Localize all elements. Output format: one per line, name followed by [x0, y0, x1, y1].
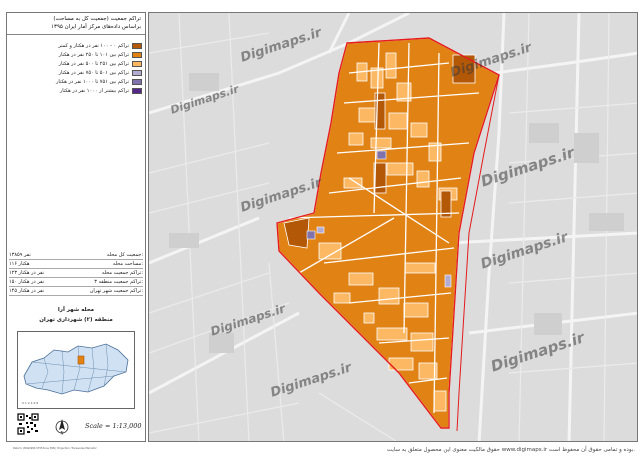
- map-title: تراکم جمعیت (جمعیت کل به مساحت) براساس د…: [7, 13, 145, 35]
- legend-swatch: [132, 42, 142, 49]
- legend-label: تراکم ۰ - ۱۰۰ نفر در هکتار و کمتر: [58, 42, 129, 49]
- projection-note: Datum: WGS1984 UTM Zone 39N | Projection…: [13, 447, 97, 450]
- stat-row: ۱۳۸۵۹ نفر جمعیت کل محله:: [9, 251, 143, 260]
- legend: تراکم ۰ - ۱۰۰ نفر در هکتار و کمتر تراکم …: [7, 41, 145, 95]
- legend-swatch: [132, 78, 142, 85]
- stat-row: ۱۴۵ نفر در هکتار تراکم جمعیت شهر تهران:: [9, 287, 143, 296]
- stat-value: ۱۲۳ نفر در هکتار: [9, 270, 45, 276]
- stat-value: ۱۳۸۵۹ نفر: [9, 252, 31, 258]
- stat-row: ۱۱۶ هکتار مساحت محله:: [9, 260, 143, 269]
- legend-item: تراکم بین ۲۵۱ تا ۵۰۰ نفر در هکتار: [7, 59, 145, 68]
- legend-swatch: [132, 69, 142, 76]
- locator-inset-map: 0 1 2 4 6 8: [17, 331, 135, 409]
- inset-svg: 0 1 2 4 6 8: [22, 343, 129, 405]
- info-panel: تراکم جمعیت (جمعیت کل به مساحت) براساس د…: [6, 12, 146, 450]
- legend-item: تراکم بین ۷۵۱ تا ۱۰۰۰ نفر در هکتار: [7, 77, 145, 86]
- legend-swatch: [132, 60, 142, 67]
- inset-scale: 0 1 2 4 6 8: [22, 401, 38, 405]
- map-sheet: تراکم جمعیت (جمعیت کل به مساحت) براساس د…: [0, 0, 643, 461]
- district-name: منطقه (۲) شهرداری تهران: [39, 317, 113, 323]
- legend-swatch: [132, 51, 142, 58]
- legend-item: تراکم بیشتر از ۱۰۰۰ نفر در هکتار: [7, 86, 145, 95]
- legend-label: تراکم بین ۲۵۱ تا ۵۰۰ نفر در هکتار: [58, 60, 129, 67]
- stat-row: ۱۵۰ نفر در هکتار تراکم جمعیت منطقه ۳:: [9, 278, 143, 287]
- stat-value: ۱۱۶ هکتار: [9, 261, 30, 267]
- qr-code-icon: [17, 413, 39, 435]
- scale-text: Scale = 1:13,000: [85, 422, 142, 430]
- stat-value: ۱۵۰ نفر در هکتار: [9, 279, 45, 285]
- map-area: Digimaps.ir Digimaps.ir Digimaps.ir Digi…: [148, 12, 638, 442]
- legend-label: تراکم بیشتر از ۱۰۰۰ نفر در هکتار: [59, 87, 129, 94]
- neighborhood-name: محله شهر آرا: [57, 307, 95, 313]
- title-line-1: تراکم جمعیت (جمعیت کل به مساحت): [53, 16, 141, 22]
- stat-value: ۱۴۵ نفر در هکتار: [9, 288, 45, 294]
- tehran-outline: [23, 343, 129, 395]
- stat-label: تراکم جمعیت منطقه ۳:: [94, 279, 143, 285]
- map-svg: [149, 13, 637, 441]
- svg-text:N: N: [61, 431, 64, 436]
- stat-label: تراکم جمعیت محله:: [101, 270, 143, 276]
- copyright-notice: حقوق مالکیت معنوی این محصول متعلق به سای…: [386, 447, 635, 453]
- legend-item: تراکم بین ۵۰۱ تا ۷۵۰ نفر در هکتار: [7, 68, 145, 77]
- north-arrow-icon: N: [55, 419, 69, 436]
- stat-label: تراکم جمعیت شهر تهران:: [89, 288, 143, 294]
- stat-label: مساحت محله:: [112, 261, 143, 267]
- legend-label: تراکم بین ۱۰۱ تا ۲۵۰ نفر در هکتار: [58, 51, 129, 58]
- legend-label: تراکم بین ۵۰۱ تا ۷۵۰ نفر در هکتار: [58, 69, 129, 76]
- stat-row: ۱۲۳ نفر در هکتار تراکم جمعیت محله:: [9, 269, 143, 278]
- legend-label: تراکم بین ۷۵۱ تا ۱۰۰۰ نفر در هکتار: [56, 78, 129, 85]
- stat-label: جمعیت کل محله:: [106, 252, 143, 258]
- legend-item: تراکم بین ۱۰۱ تا ۲۵۰ نفر در هکتار: [7, 50, 145, 59]
- neighborhood-marker: [77, 355, 85, 365]
- place-names: محله شهر آرا منطقه (۲) شهرداری تهران: [7, 305, 145, 325]
- legend-item: تراکم ۰ - ۱۰۰ نفر در هکتار و کمتر: [7, 41, 145, 50]
- legend-swatch: [132, 87, 142, 94]
- title-line-2: براساس داده‌های مرکز آمار ایران ۱۳۹۵: [51, 24, 141, 30]
- stats-table: ۱۳۸۵۹ نفر جمعیت کل محله: ۱۱۶ هکتار مساحت…: [9, 251, 143, 296]
